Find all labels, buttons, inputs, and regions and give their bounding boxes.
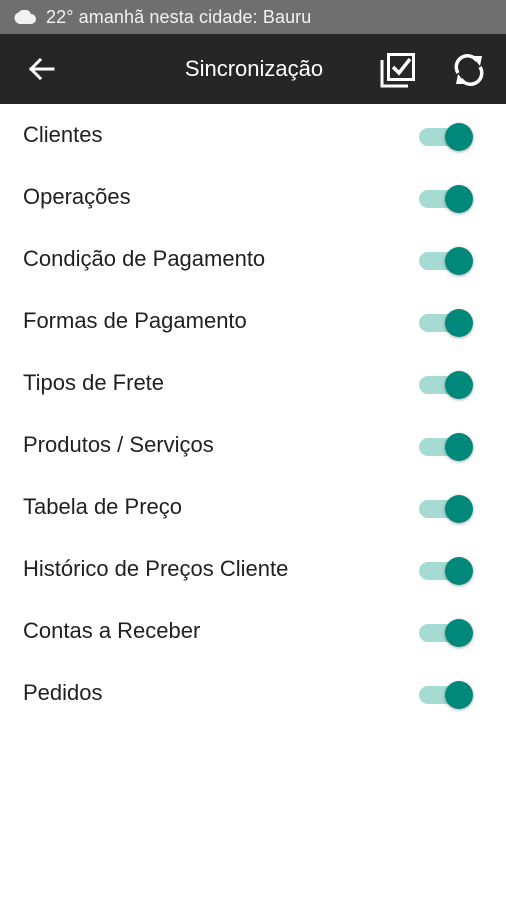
page-title: Sincronização — [184, 56, 324, 81]
sync-option-label: Histórico de Preços Cliente — [23, 556, 289, 581]
sync-option-label: Formas de Pagamento — [23, 308, 247, 333]
sync-toggle-switch[interactable] — [419, 369, 475, 399]
sync-option-label: Clientes — [23, 122, 103, 147]
arrow-left-icon[interactable] — [28, 57, 56, 81]
status-bar: 22° amanhã nesta cidade: Bauru — [0, 0, 506, 34]
switch-thumb — [445, 681, 473, 709]
sync-toggle-switch[interactable] — [419, 679, 475, 709]
weather-notification-text: 22° amanhã nesta cidade: Bauru — [46, 6, 312, 27]
sync-option-label: Contas a Receber — [23, 618, 201, 643]
switch-thumb — [445, 185, 473, 213]
sync-toggle-switch[interactable] — [419, 617, 475, 647]
sync-toggle-switch[interactable] — [419, 245, 475, 275]
sync-option-label: Tabela de Preço — [23, 494, 182, 519]
checkbox-multiple-icon[interactable] — [379, 51, 417, 89]
switch-thumb — [445, 123, 473, 151]
sync-option-row[interactable]: Formas de Pagamento — [0, 290, 506, 352]
sync-option-row[interactable]: Pedidos — [0, 662, 506, 724]
cloud-icon — [14, 10, 36, 24]
switch-thumb — [445, 619, 473, 647]
sync-options-list: Clientes Operações Condição de Pagamento Fo… — [0, 104, 506, 724]
switch-thumb — [445, 247, 473, 275]
sync-option-row[interactable]: Tipos de Frete — [0, 352, 506, 414]
sync-icon[interactable] — [452, 53, 486, 87]
switch-thumb — [445, 309, 473, 337]
sync-option-row[interactable]: Produtos / Serviços — [0, 414, 506, 476]
sync-option-row[interactable]: Clientes — [0, 104, 506, 166]
switch-thumb — [445, 371, 473, 399]
sync-option-label: Produtos / Serviços — [23, 432, 214, 457]
sync-option-row[interactable]: Histórico de Preços Cliente — [0, 538, 506, 600]
sync-option-label: Pedidos — [23, 680, 103, 705]
sync-toggle-switch[interactable] — [419, 555, 475, 585]
sync-option-row[interactable]: Tabela de Preço — [0, 476, 506, 538]
app-bar: Sincronização — [0, 34, 506, 104]
sync-toggle-switch[interactable] — [419, 307, 475, 337]
sync-toggle-switch[interactable] — [419, 183, 475, 213]
sync-toggle-switch[interactable] — [419, 493, 475, 523]
sync-toggle-switch[interactable] — [419, 431, 475, 461]
sync-option-label: Condição de Pagamento — [23, 246, 266, 271]
sync-option-row[interactable]: Contas a Receber — [0, 600, 506, 662]
switch-thumb — [445, 495, 473, 523]
sync-option-row[interactable]: Operações — [0, 166, 506, 228]
switch-thumb — [445, 557, 473, 585]
sync-option-label: Tipos de Frete — [23, 370, 165, 395]
sync-option-row[interactable]: Condição de Pagamento — [0, 228, 506, 290]
sync-toggle-switch[interactable] — [419, 121, 475, 151]
sync-option-label: Operações — [23, 184, 131, 209]
switch-thumb — [445, 433, 473, 461]
